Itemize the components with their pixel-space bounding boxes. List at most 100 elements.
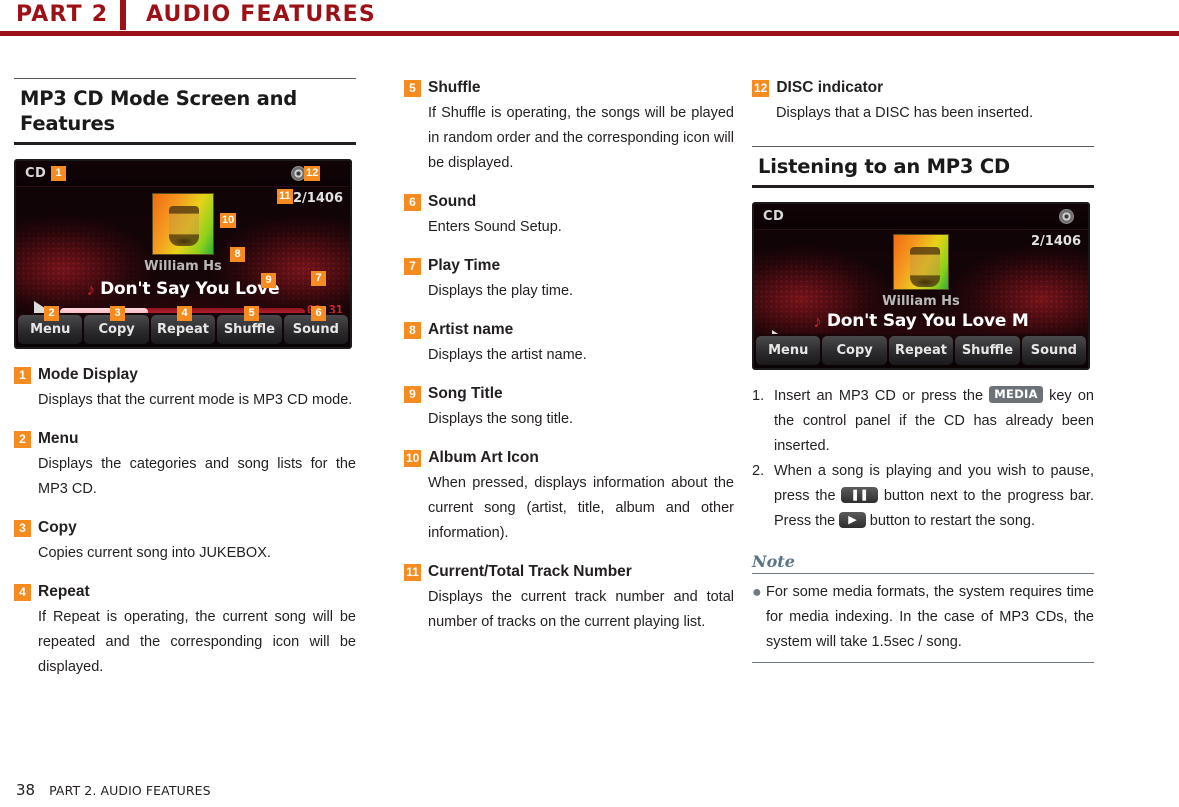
feature-head: 12 DISC indicator bbox=[752, 78, 1094, 98]
screen-button-copy[interactable]: Copy bbox=[822, 336, 887, 365]
feature-head: 3 Copy bbox=[14, 518, 356, 538]
step-text-part-a: Insert an MP3 CD or press the bbox=[774, 388, 984, 404]
callout-7: 7 bbox=[311, 271, 326, 286]
feature-item-12: 12 DISC indicator Displays that a DISC h… bbox=[752, 78, 1094, 126]
screen-top-bar bbox=[754, 204, 1088, 230]
callout-12: 12 bbox=[304, 166, 321, 181]
feature-head: 7 Play Time bbox=[404, 256, 734, 276]
feature-title: DISC indicator bbox=[776, 79, 884, 96]
song-title-label: Don't Say You Love bbox=[100, 279, 280, 299]
section-title-text: MP3 CD Mode Screen and Features bbox=[20, 87, 298, 135]
music-note-icon: ♪ bbox=[86, 279, 96, 299]
feature-item-6: 6 Sound Enters Sound Setup. bbox=[404, 192, 734, 240]
feature-body: If Shuffle is operating, the songs will … bbox=[428, 105, 734, 171]
feature-item-10: 10 Album Art Icon When pressed, displays… bbox=[404, 448, 734, 546]
album-art-icon[interactable] bbox=[893, 234, 949, 290]
feature-title: Current/Total Track Number bbox=[428, 563, 632, 580]
feature-title: Play Time bbox=[428, 257, 501, 274]
song-title-row: ♪ Don't Say You Love M bbox=[754, 311, 1088, 331]
feature-item-8: 8 Artist name Displays the artist name. bbox=[404, 320, 734, 368]
feature-item-7: 7 Play Time Displays the play time. bbox=[404, 256, 734, 304]
feature-badge: 2 bbox=[14, 431, 31, 448]
feature-body: Displays the artist name. bbox=[428, 347, 587, 363]
column-right: 12 DISC indicator Displays that a DISC h… bbox=[752, 78, 1094, 663]
section-heading-listening: Listening to an MP3 CD bbox=[752, 146, 1094, 188]
screen-button-shuffle[interactable]: Shuffle bbox=[955, 336, 1020, 365]
track-number-label: 2/1406 bbox=[293, 191, 343, 206]
section-title-text: Listening to an MP3 CD bbox=[758, 155, 1010, 178]
feature-head: 1 Mode Display bbox=[14, 365, 356, 385]
screen-button-sound[interactable]: Sound bbox=[1021, 336, 1087, 365]
callout-9: 9 bbox=[261, 273, 276, 288]
feature-body: Displays that the current mode is MP3 CD… bbox=[38, 392, 353, 408]
screen-button-repeat[interactable]: Repeat bbox=[888, 336, 954, 365]
mp3-cd-screen-figure: CD 2/1406 William Hs ♪ Don't Say You Lov… bbox=[14, 159, 352, 349]
feature-body: Displays that a DISC has been inserted. bbox=[776, 105, 1034, 121]
bullet-icon: ● bbox=[752, 584, 762, 601]
play-button-badge[interactable]: ▶ bbox=[839, 512, 866, 528]
pause-button-badge[interactable]: ❚❚ bbox=[841, 487, 878, 503]
feature-title: Sound bbox=[428, 193, 477, 210]
artist-name-label: William Hs bbox=[882, 294, 960, 309]
feature-head: 10 Album Art Icon bbox=[404, 448, 734, 468]
page-number: 38 bbox=[16, 781, 36, 799]
step-item-2: 2. When a song is playing and you wish t… bbox=[752, 459, 1094, 534]
step-number: 2. bbox=[752, 463, 765, 479]
step-text: When a song is playing and you wish to p… bbox=[774, 459, 1094, 534]
feature-body: Displays the categories and song lists f… bbox=[38, 456, 356, 497]
callout-1: 1 bbox=[51, 166, 66, 181]
callout-2: 2 bbox=[44, 306, 59, 321]
feature-badge: 7 bbox=[404, 258, 421, 275]
feature-title: Menu bbox=[38, 430, 79, 447]
feature-head: 4 Repeat bbox=[14, 582, 356, 602]
disc-icon bbox=[1059, 209, 1074, 224]
callout-3: 3 bbox=[110, 306, 125, 321]
screen-button-menu[interactable]: Menu bbox=[756, 336, 821, 365]
feature-body: Enters Sound Setup. bbox=[428, 219, 562, 235]
note-bullet-text: For some media formats, the system requi… bbox=[766, 584, 1094, 650]
feature-title: Song Title bbox=[428, 385, 503, 402]
callout-11: 11 bbox=[277, 189, 293, 204]
feature-body: Displays the play time. bbox=[428, 283, 574, 299]
feature-badge: 1 bbox=[14, 367, 31, 384]
column-left: MP3 CD Mode Screen and Features CD 2/140… bbox=[14, 78, 356, 696]
feature-badge: 6 bbox=[404, 194, 421, 211]
feature-badge: 8 bbox=[404, 322, 421, 339]
feature-head: 5 Shuffle bbox=[404, 78, 734, 98]
album-art-icon[interactable] bbox=[152, 193, 214, 255]
feature-body: Copies current song into JUKEBOX. bbox=[38, 545, 271, 561]
page-header: PART 2 AUDIO FEATURES bbox=[0, 0, 1179, 44]
mode-display-label: CD bbox=[25, 166, 47, 181]
feature-body: Displays the current track number and to… bbox=[428, 589, 734, 630]
track-number-label: 2/1406 bbox=[1031, 234, 1081, 249]
header-title: AUDIO FEATURES bbox=[146, 2, 376, 27]
feature-head: 6 Sound bbox=[404, 192, 734, 212]
callout-6: 6 bbox=[311, 306, 326, 321]
callout-5: 5 bbox=[244, 306, 259, 321]
mode-display-label: CD bbox=[763, 209, 785, 224]
screen-button-bar: Menu Copy Repeat Shuffle Sound bbox=[754, 334, 1088, 368]
feature-item-1: 1 Mode Display Displays that the current… bbox=[14, 365, 356, 413]
header-rule bbox=[0, 31, 1179, 36]
feature-title: Artist name bbox=[428, 321, 514, 338]
feature-item-2: 2 Menu Displays the categories and song … bbox=[14, 429, 356, 502]
note-box: ● For some media formats, the system req… bbox=[752, 573, 1094, 663]
footer-label: PART 2. AUDIO FEATURES bbox=[49, 783, 211, 798]
feature-head: 2 Menu bbox=[14, 429, 356, 449]
feature-title: Shuffle bbox=[428, 79, 481, 96]
section-heading-features: MP3 CD Mode Screen and Features bbox=[14, 78, 356, 145]
feature-body: When pressed, displays information about… bbox=[428, 475, 734, 541]
feature-badge: 11 bbox=[404, 564, 421, 581]
feature-badge: 5 bbox=[404, 80, 421, 97]
callout-4: 4 bbox=[177, 306, 192, 321]
feature-title: Mode Display bbox=[38, 366, 138, 383]
feature-item-9: 9 Song Title Displays the song title. bbox=[404, 384, 734, 432]
feature-badge: 4 bbox=[14, 584, 31, 601]
step-number: 1. bbox=[752, 388, 765, 404]
feature-head: 11 Current/Total Track Number bbox=[404, 562, 734, 582]
note-bullet-item: ● For some media formats, the system req… bbox=[752, 580, 1094, 655]
callout-10: 10 bbox=[220, 213, 237, 228]
media-key-badge[interactable]: MEDIA bbox=[989, 386, 1043, 403]
step-item-1: 1. Insert an MP3 CD or press the MEDIA k… bbox=[752, 384, 1094, 459]
